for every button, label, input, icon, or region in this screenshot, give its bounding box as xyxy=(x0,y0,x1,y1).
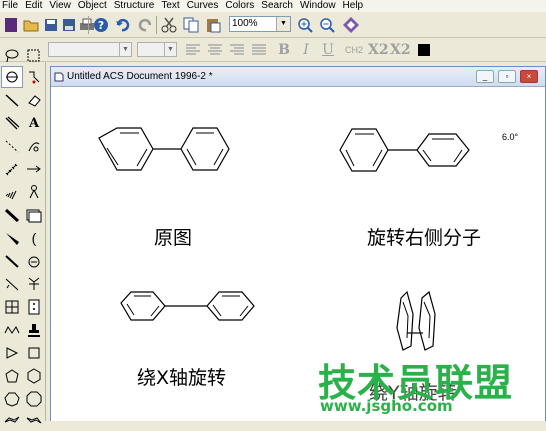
superscript-button[interactable]: X2 xyxy=(390,42,411,58)
bold-button[interactable]: B xyxy=(276,42,292,58)
label-rotate-right: 旋转右侧分子 xyxy=(367,227,482,249)
menu-curves[interactable]: Curves xyxy=(185,0,224,12)
bond-bold-icon[interactable] xyxy=(1,204,23,226)
text-tool-icon[interactable]: A xyxy=(23,112,45,134)
acyclic-chain-icon[interactable] xyxy=(1,319,23,341)
zoom-in-icon[interactable] xyxy=(296,16,314,34)
bond-single-icon[interactable] xyxy=(1,89,23,111)
bracket-icon[interactable]: ( xyxy=(23,227,45,249)
table-icon[interactable] xyxy=(1,296,23,318)
help-icon[interactable]: ? xyxy=(92,16,110,34)
chevron-down-icon[interactable]: ▼ xyxy=(164,43,176,56)
bond-hashed-icon[interactable] xyxy=(1,158,23,180)
bond-mixed-icon[interactable] xyxy=(1,273,23,295)
pen-tool-icon[interactable] xyxy=(23,135,45,157)
menu-help[interactable]: Help xyxy=(341,0,369,12)
menu-edit[interactable]: Edit xyxy=(23,0,47,12)
main-toolbar: ? 100% ▼ xyxy=(0,12,546,38)
menu-structure[interactable]: Structure xyxy=(112,0,160,12)
menu-colors[interactable]: Colors xyxy=(223,0,259,12)
new-icon[interactable] xyxy=(2,16,20,34)
stamp-icon[interactable] xyxy=(23,319,45,341)
show-hide-icon[interactable] xyxy=(342,16,360,34)
tlc-plate-icon[interactable] xyxy=(23,296,45,318)
arrow-tool-icon[interactable] xyxy=(23,158,45,180)
cyclopropane-icon[interactable] xyxy=(1,342,23,364)
molecule-biphenyl-rotated-y xyxy=(396,290,436,351)
close-button[interactable]: × xyxy=(520,70,538,83)
orbital-icon[interactable] xyxy=(23,181,45,203)
color-swatch-icon[interactable] xyxy=(415,41,433,59)
bond-double-icon[interactable] xyxy=(1,112,23,134)
bond-wedge-icon[interactable] xyxy=(1,227,23,249)
drawing-element-icon[interactable] xyxy=(23,204,45,226)
zoom-select[interactable]: 100% ▼ xyxy=(229,16,291,32)
tool-palette: A ( xyxy=(0,49,46,424)
cycloheptane-icon[interactable] xyxy=(1,388,23,410)
formula-button[interactable]: CH2 xyxy=(342,42,366,58)
align-left-icon[interactable] xyxy=(184,41,202,59)
charge-icon[interactable] xyxy=(23,250,45,272)
zoom-out-icon[interactable] xyxy=(318,16,336,34)
svg-text:?: ? xyxy=(98,19,104,32)
rotate-tool-icon[interactable] xyxy=(1,66,23,88)
zoom-value: 100% xyxy=(232,18,258,29)
marquee-icon[interactable] xyxy=(23,45,45,67)
undo-icon[interactable] xyxy=(114,16,132,34)
bond-wavy-icon[interactable] xyxy=(1,250,23,272)
menu-file[interactable]: File xyxy=(0,0,23,12)
angle-label: 6.0° xyxy=(502,132,519,142)
redo-icon[interactable] xyxy=(136,16,154,34)
menu-view[interactable]: View xyxy=(47,0,76,12)
format-toolbar: ▼ ▼ B I U CH2 X2 X2 xyxy=(0,38,546,62)
watermark-url: www.jsgho.com xyxy=(320,397,453,415)
document-title: Untitled ACS Document 1996-2 * xyxy=(67,71,213,82)
molecule-biphenyl-original xyxy=(98,127,230,171)
size-select[interactable]: ▼ xyxy=(137,42,177,57)
paste-icon[interactable] xyxy=(204,16,222,34)
document-titlebar[interactable]: Untitled ACS Document 1996-2 * _ ▫ × xyxy=(51,67,545,87)
italic-button[interactable]: I xyxy=(298,42,314,58)
align-right-icon[interactable] xyxy=(228,41,246,59)
query-icon[interactable] xyxy=(23,273,45,295)
document-icon xyxy=(54,72,64,82)
save-as-icon[interactable] xyxy=(60,16,78,34)
subscript-button[interactable]: X2 xyxy=(368,42,389,58)
chair-1-icon[interactable] xyxy=(1,409,23,431)
molecule-biphenyl-rotated-x xyxy=(120,291,255,321)
chevron-down-icon[interactable]: ▼ xyxy=(276,17,290,31)
menu-bar: File Edit View Object Structure Text Cur… xyxy=(0,0,546,12)
open-icon[interactable] xyxy=(22,16,40,34)
eraser-icon[interactable] xyxy=(23,89,45,111)
minimize-button[interactable]: _ xyxy=(476,70,494,83)
label-rotate-x: 绕X轴旋转 xyxy=(137,367,227,389)
restore-button[interactable]: ▫ xyxy=(498,70,516,83)
underline-button[interactable]: U xyxy=(320,42,336,58)
cyclohexane-icon[interactable] xyxy=(23,365,45,387)
molecule-biphenyl-rotated-right xyxy=(339,128,470,172)
cyclooctane-icon[interactable] xyxy=(23,388,45,410)
save-icon[interactable] xyxy=(42,16,60,34)
menu-search[interactable]: Search xyxy=(259,0,298,12)
chair-2-icon[interactable] xyxy=(23,409,45,431)
menu-object[interactable]: Object xyxy=(76,0,112,12)
lasso-icon[interactable] xyxy=(1,45,23,67)
copy-icon[interactable] xyxy=(182,16,200,34)
bond-hashed-wedge-icon[interactable] xyxy=(1,181,23,203)
cyclopentane-icon[interactable] xyxy=(1,365,23,387)
align-center-icon[interactable] xyxy=(206,41,224,59)
chevron-down-icon[interactable]: ▼ xyxy=(119,43,131,56)
cyclobutane-icon[interactable] xyxy=(23,342,45,364)
font-select[interactable]: ▼ xyxy=(48,42,132,57)
menu-window[interactable]: Window xyxy=(298,0,341,12)
justify-icon[interactable] xyxy=(250,41,268,59)
menu-text[interactable]: Text xyxy=(159,0,184,12)
cut-icon[interactable] xyxy=(160,16,178,34)
chain-icon[interactable] xyxy=(23,66,45,88)
bond-dashed-icon[interactable] xyxy=(1,135,23,157)
label-original: 原图 xyxy=(154,227,193,249)
